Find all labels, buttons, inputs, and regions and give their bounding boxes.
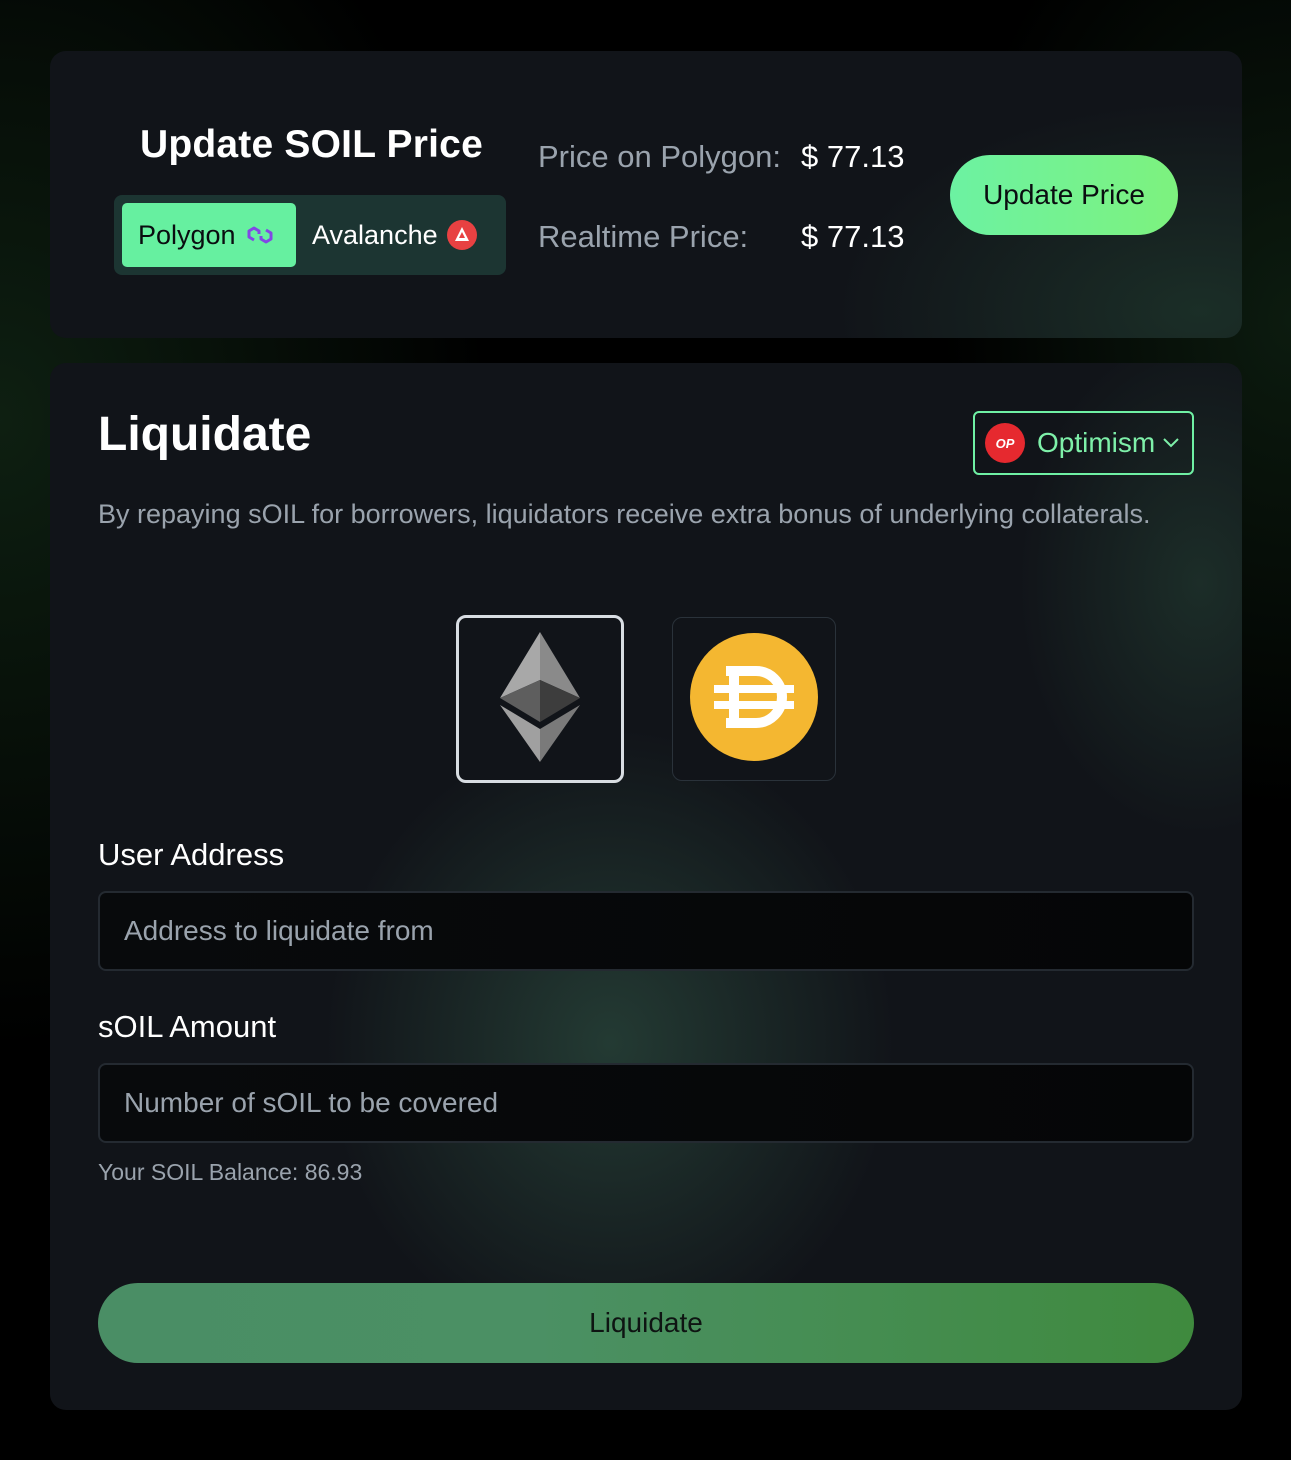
user-address-input[interactable]	[98, 891, 1194, 971]
soil-amount-label: sOIL Amount	[98, 1009, 277, 1044]
asset-option-dai[interactable]	[672, 617, 836, 781]
soil-balance-text: Your SOIL Balance: 86.93	[98, 1159, 363, 1185]
liquidate-button[interactable]: Liquidate	[98, 1283, 1194, 1363]
update-price-card: Update SOIL Price Polygon Avalanche Pric…	[50, 51, 1242, 338]
realtime-price-label: Realtime Price:	[538, 219, 749, 254]
price-on-polygon-label: Price on Polygon:	[538, 139, 781, 174]
network-option-label: Polygon	[138, 219, 236, 250]
user-address-label: User Address	[98, 837, 285, 872]
network-toggle: Polygon Avalanche	[114, 195, 506, 275]
update-price-title: Update SOIL Price	[140, 123, 483, 166]
network-option-label: Avalanche	[312, 219, 438, 250]
update-price-button[interactable]: Update Price	[950, 155, 1178, 235]
chain-select-label: Optimism	[1037, 427, 1156, 458]
network-option-avalanche[interactable]: Avalanche	[296, 203, 494, 267]
polygon-icon	[244, 221, 276, 249]
optimism-icon: OP	[985, 423, 1025, 463]
ethereum-icon	[498, 631, 582, 767]
network-option-polygon[interactable]: Polygon	[122, 203, 296, 267]
chain-select[interactable]: OP Optimism	[973, 411, 1194, 475]
dai-icon	[690, 632, 818, 766]
chevron-down-icon	[1161, 436, 1181, 450]
liquidate-description: By repaying sOIL for borrowers, liquidat…	[98, 499, 1151, 529]
avalanche-icon	[446, 219, 478, 251]
price-on-polygon-row: Price on Polygon: $ 77.13	[538, 139, 904, 175]
liquidate-title: Liquidate	[98, 408, 312, 461]
asset-option-eth[interactable]	[456, 615, 624, 783]
price-on-polygon-value: $ 77.13	[801, 139, 905, 174]
realtime-price-value: $ 77.13	[801, 219, 905, 254]
liquidate-card: Liquidate OP Optimism By repaying sOIL f…	[50, 363, 1242, 1410]
soil-amount-input[interactable]	[98, 1063, 1194, 1143]
realtime-price-row: Realtime Price: $ 77.13	[538, 219, 904, 255]
